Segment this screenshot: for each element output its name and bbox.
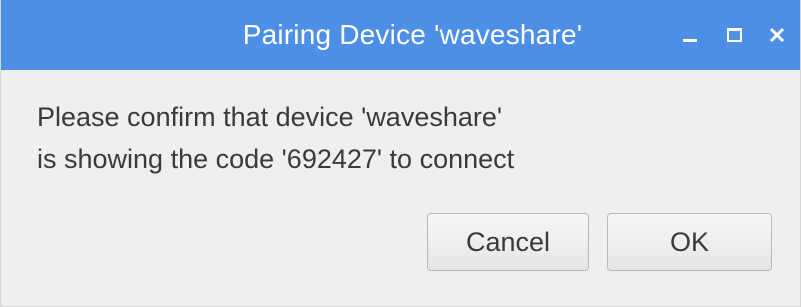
message-line: is showing the code '692427' to connect: [37, 144, 515, 174]
close-button[interactable]: [762, 18, 792, 52]
maximize-button[interactable]: [719, 18, 749, 52]
cancel-button[interactable]: Cancel: [427, 213, 589, 271]
confirmation-message: Please confirm that device 'waveshare' i…: [37, 96, 514, 180]
pairing-dialog-window: Pairing Device 'waveshare' Please confir…: [0, 0, 801, 307]
title-bar[interactable]: Pairing Device 'waveshare': [1, 0, 800, 70]
minimize-button[interactable]: [675, 18, 705, 52]
minimize-icon: [683, 38, 697, 42]
maximize-icon: [726, 28, 742, 42]
ok-button[interactable]: OK: [607, 213, 772, 271]
message-line: Please confirm that device 'waveshare': [37, 102, 503, 132]
close-icon: [769, 27, 785, 43]
